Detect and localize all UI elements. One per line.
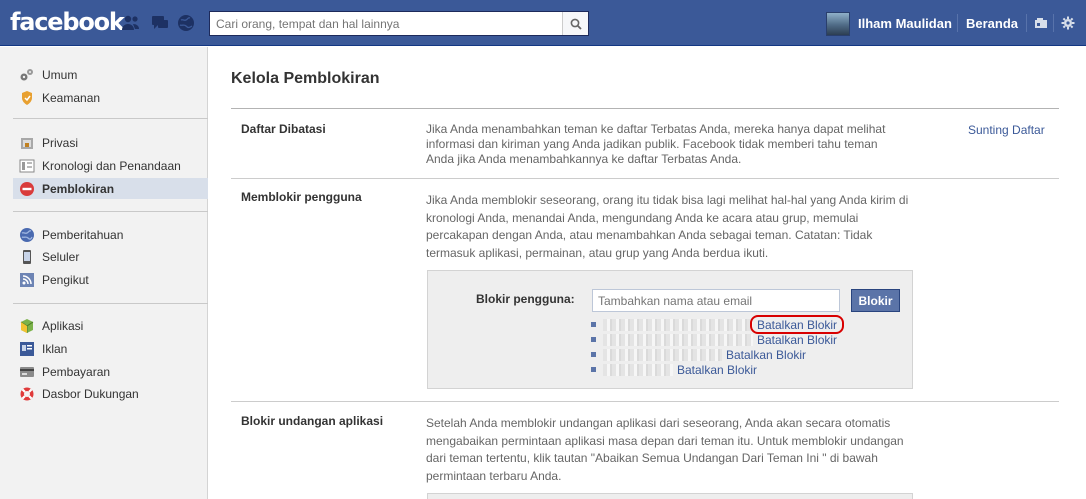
sidebar-item-aplikasi[interactable]: Aplikasi — [13, 315, 208, 336]
sidebar-item-pemblokiran[interactable]: Pemblokiran — [13, 178, 208, 199]
divider — [957, 14, 958, 32]
desc-line: informasi dan kiriman yang Anda jadikan … — [426, 137, 878, 151]
sidebar-item-pengikut[interactable]: Pengikut — [13, 269, 208, 290]
page-title: Kelola Pemblokiran — [231, 70, 380, 87]
sidebar-item-label: Pembayaran — [42, 364, 111, 379]
sidebar-item-label: Umum — [42, 67, 78, 82]
redacted-name — [603, 318, 753, 331]
globe-icon — [19, 227, 35, 243]
redacted-name — [603, 348, 722, 361]
sidebar-item-label: Pengikut — [42, 272, 89, 287]
sidebar-item-label: Iklan — [42, 341, 68, 356]
timeline-icon — [19, 158, 35, 174]
sidebar-item-pembayaran[interactable]: Pembayaran — [13, 361, 208, 382]
bullet — [591, 322, 596, 327]
list-item: Batalkan Blokir — [591, 332, 837, 347]
desc-line: kronologi Anda, menandai Anda, mengundan… — [426, 210, 859, 225]
desc-line: percakapan dengan Anda, atau menambahkan… — [426, 228, 873, 242]
sidebar-item-label: Aplikasi — [42, 318, 84, 333]
sidebar-item-seluler[interactable]: Seluler — [13, 246, 208, 267]
profile-name-link[interactable]: Ilham Maulidan — [858, 16, 952, 31]
divider — [231, 178, 1059, 179]
sidebar-item-pemberitahuan[interactable]: Pemberitahuan — [13, 224, 208, 245]
edit-list-link[interactable]: Sunting Daftar — [968, 123, 1045, 137]
rss-icon — [19, 272, 35, 288]
section-title-app-invites: Blokir undangan aplikasi — [241, 414, 384, 428]
sidebar-item-privasi[interactable]: Privasi — [13, 132, 208, 153]
unblock-link[interactable]: Batalkan Blokir — [677, 363, 757, 377]
redacted-name — [603, 363, 673, 376]
sidebar-item-dasbor-dukungan[interactable]: Dasbor Dukungan — [13, 383, 208, 404]
block-user-input[interactable] — [592, 289, 840, 312]
sidebar-item-label: Kronologi dan Penandaan — [42, 158, 181, 173]
divider — [13, 118, 208, 119]
main-content: Kelola Pemblokiran Daftar Dibatasi Jika … — [209, 47, 1086, 499]
divider — [13, 303, 208, 304]
list-item: Batalkan Blokir — [591, 362, 837, 377]
block-user-label: Blokir pengguna: — [476, 292, 575, 306]
desc-line: permintaan terbaru Anda. — [426, 468, 562, 483]
notifications-icon[interactable] — [177, 14, 197, 32]
section-title-block-users: Memblokir pengguna — [241, 190, 362, 204]
avatar[interactable] — [826, 12, 850, 36]
settings-sidebar: Umum Keamanan Privasi Kronologi dan Pena… — [0, 47, 208, 499]
bullet — [591, 367, 596, 372]
friend-requests-icon[interactable] — [121, 14, 141, 32]
search-input[interactable] — [210, 12, 562, 35]
search-icon[interactable] — [562, 12, 588, 35]
badge-icon — [19, 90, 35, 106]
sidebar-item-label: Seluler — [42, 249, 80, 264]
search-bar[interactable] — [209, 11, 589, 36]
sidebar-item-label: Dasbor Dukungan — [42, 386, 139, 401]
sidebar-item-label: Pemberitahuan — [42, 227, 124, 242]
desc-line: Anda jika Anda menambahkannya ke daftar … — [426, 152, 742, 166]
sidebar-item-keamanan[interactable]: Keamanan — [13, 87, 208, 108]
section-desc-restricted: Jika Anda menambahkan teman ke daftar Te… — [426, 122, 885, 167]
divider — [231, 108, 1059, 109]
unblock-link[interactable]: Batalkan Blokir — [757, 333, 837, 347]
section-desc-app-invites: Setelah Anda memblokir undangan aplikasi… — [426, 415, 904, 485]
block-icon — [19, 181, 35, 197]
sidebar-item-label: Pemblokiran — [42, 181, 115, 196]
highlight-annotation — [750, 315, 844, 334]
top-bar: facebook Ilham Maulidan Beranda — [0, 0, 1086, 46]
payments-icon — [19, 364, 35, 380]
block-user-form: Blokir pengguna: Blokir Batalkan Blokir … — [427, 270, 913, 389]
desc-line: dari teman tertentu, klik tautan "Abaika… — [426, 451, 878, 465]
divider — [231, 401, 1059, 402]
messages-icon[interactable] — [150, 14, 170, 32]
settings-gear-icon[interactable] — [1061, 16, 1075, 30]
desc-line: termasuk aplikasi, permainan, atau grup … — [426, 245, 769, 260]
lock-icon — [19, 135, 35, 151]
sidebar-item-umum[interactable]: Umum — [13, 64, 208, 85]
unblock-link[interactable]: Batalkan Blokir — [726, 348, 806, 362]
sidebar-item-label: Keamanan — [42, 90, 101, 105]
privacy-shortcut-icon[interactable] — [1034, 17, 1048, 29]
bullet — [591, 352, 596, 357]
home-link[interactable]: Beranda — [966, 16, 1018, 31]
cube-icon — [19, 318, 35, 334]
sidebar-item-kronologi[interactable]: Kronologi dan Penandaan — [13, 155, 208, 176]
section-title-restricted: Daftar Dibatasi — [241, 122, 326, 136]
gears-icon — [19, 67, 35, 83]
desc-line: Jika Anda menambahkan teman ke daftar Te… — [426, 122, 886, 136]
sidebar-item-label: Privasi — [42, 135, 79, 150]
sidebar-item-iklan[interactable]: Iklan — [13, 338, 208, 359]
section-desc-block-users: Jika Anda memblokir seseorang, orang itu… — [426, 192, 908, 262]
divider — [13, 211, 208, 212]
redacted-name — [603, 333, 753, 346]
divider — [1026, 14, 1027, 32]
app-invite-form — [427, 493, 913, 499]
desc-line: mengabaikan permintaan aplikasi masa dep… — [426, 433, 904, 448]
desc-line: Setelah Anda memblokir undangan aplikasi… — [426, 416, 891, 430]
desc-line: Jika Anda memblokir seseorang, orang itu… — [426, 193, 909, 207]
facebook-logo[interactable]: facebook — [10, 8, 125, 36]
bullet — [591, 337, 596, 342]
block-button[interactable]: Blokir — [851, 289, 900, 312]
lifebuoy-icon — [19, 386, 35, 402]
list-item: Batalkan Blokir — [591, 347, 837, 362]
mobile-icon — [19, 249, 35, 265]
ads-icon — [19, 341, 35, 357]
divider — [1053, 14, 1054, 32]
